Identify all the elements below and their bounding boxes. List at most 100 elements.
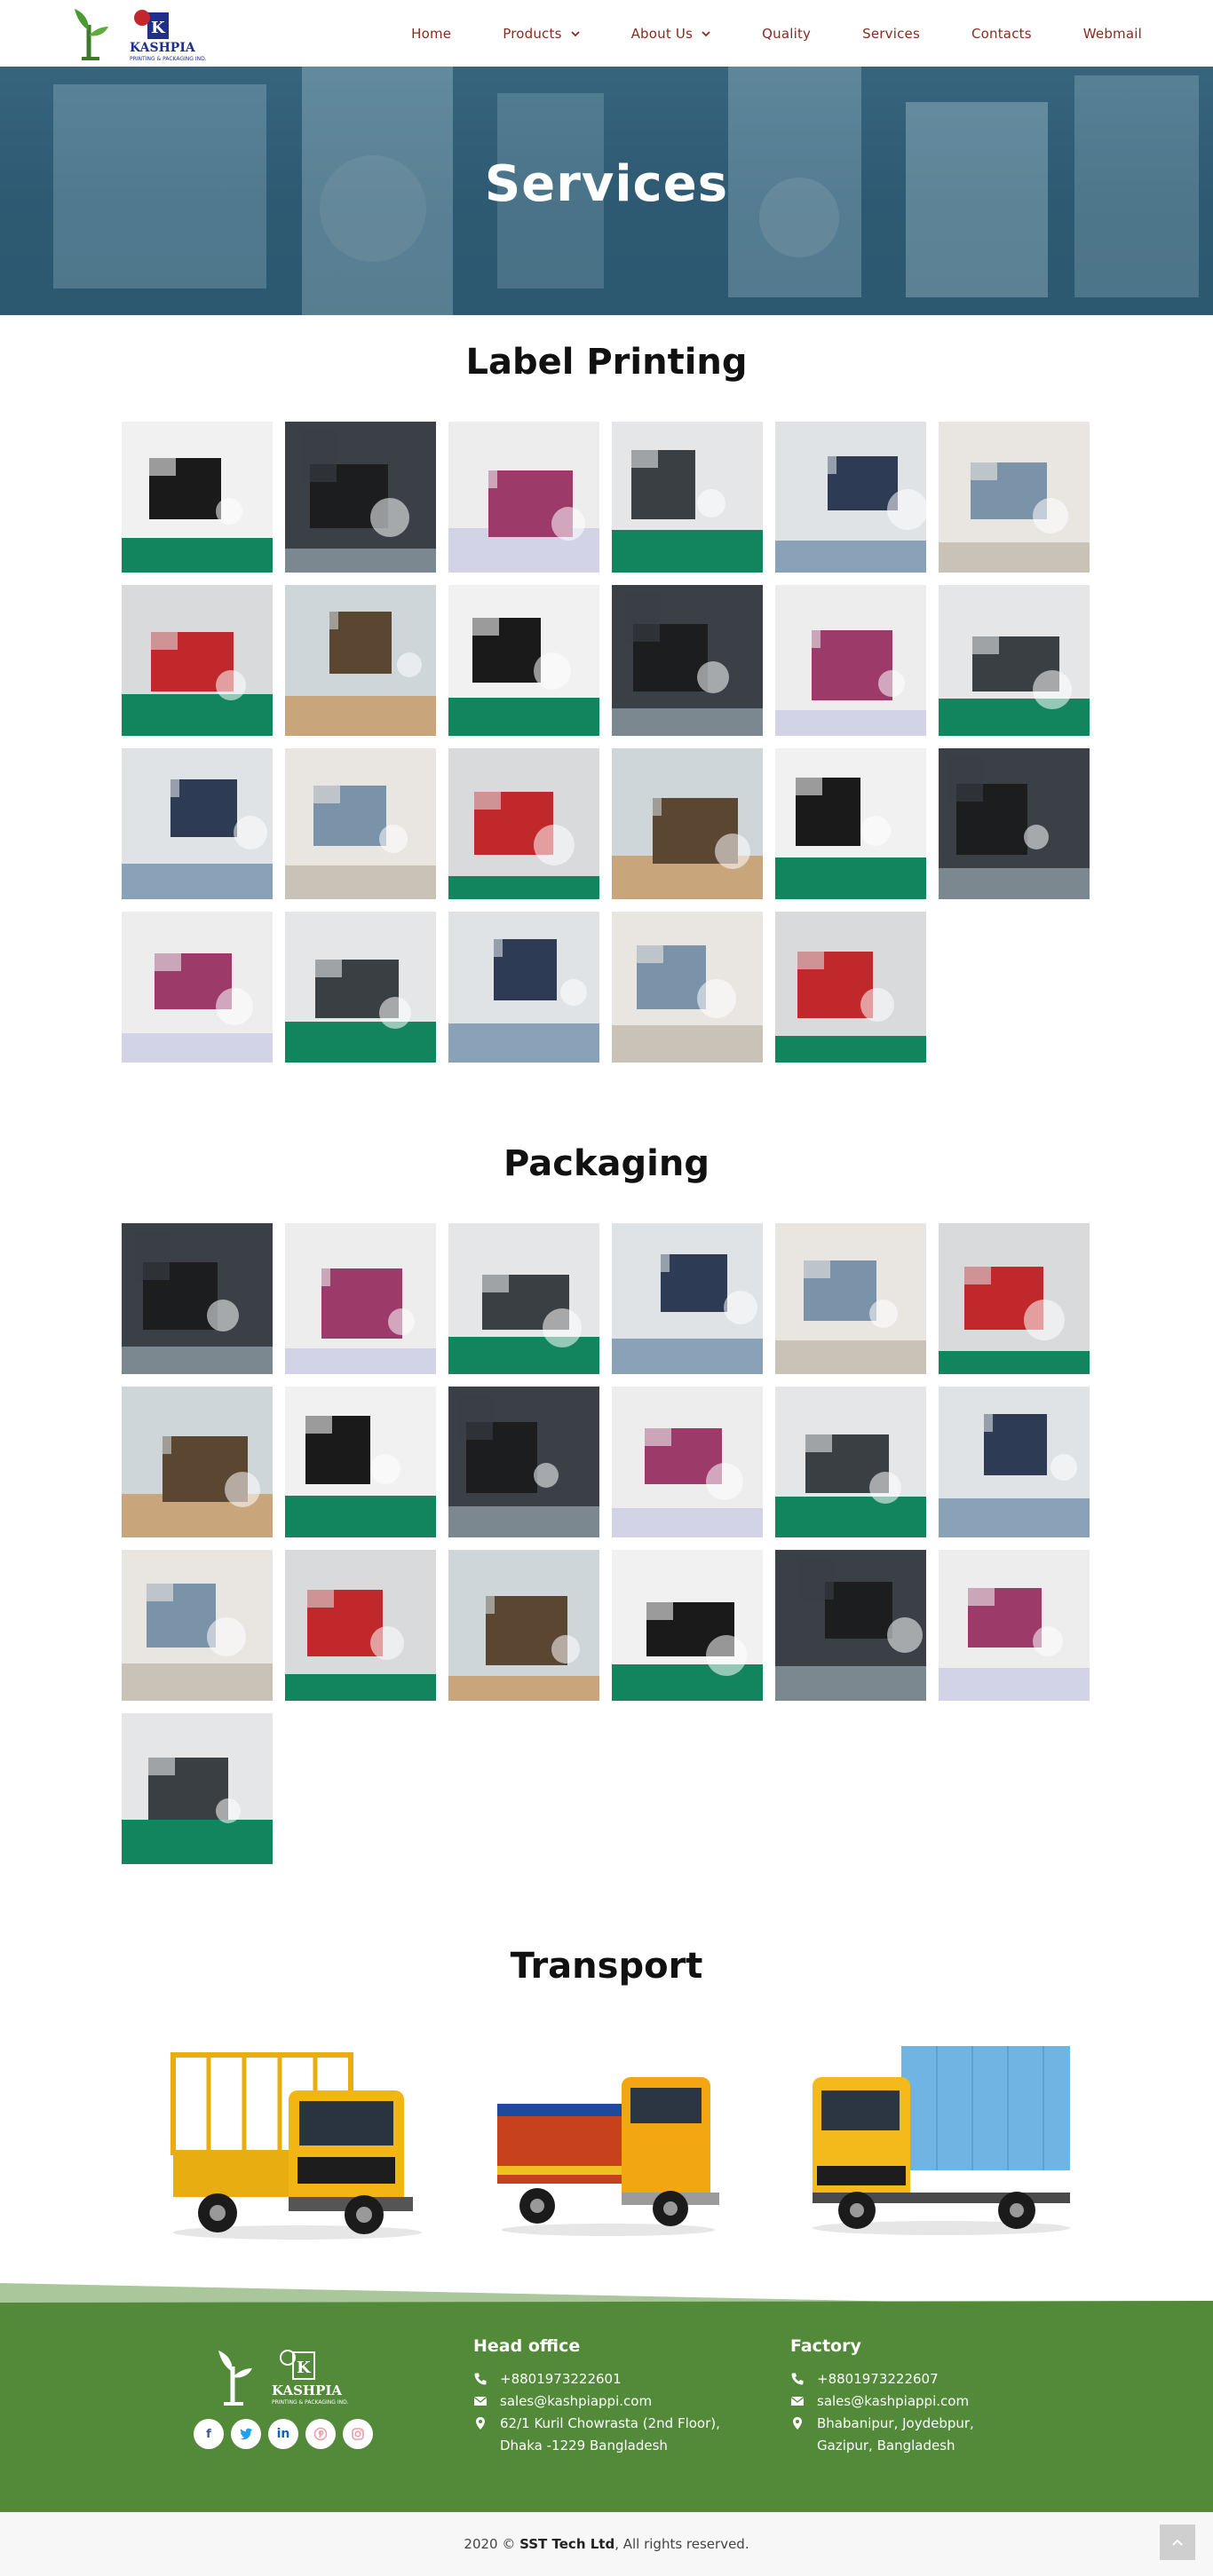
section-title-transport: Transport [510,1946,703,1987]
gallery-photo[interactable] [775,422,926,573]
head-office-address-row: 62/1 Kuril Chowrasta (2nd Floor), [473,2413,720,2435]
gallery-photo[interactable] [122,912,273,1063]
envelope-icon [790,2396,805,2406]
nav-home[interactable]: Home [411,26,451,42]
gallery-photo[interactable] [612,912,763,1063]
factory-column: Factory +8801973222607 sales@kashpiappi.… [790,2336,974,2457]
footer-logo[interactable]: K KASHPIA PRINTING & PACKAGING IND. [213,2342,355,2411]
head-office-phone[interactable]: +8801973222601 [500,2368,622,2390]
head-office-address-row-2: Dhaka -1229 Bangladesh [473,2435,720,2457]
svg-text:K: K [297,2359,312,2377]
copyright-bar: 2020 © SST Tech Ltd, All rights reserved… [0,2512,1213,2576]
gallery-photo[interactable] [122,422,273,573]
instagram-icon[interactable] [343,2419,373,2449]
copyright-company[interactable]: SST Tech Ltd [519,2536,614,2552]
head-office-email[interactable]: sales@kashpiappi.com [500,2390,652,2413]
pinterest-icon[interactable] [305,2419,336,2449]
factory-email-row: sales@kashpiappi.com [790,2390,974,2413]
head-office-title: Head office [473,2336,581,2356]
gallery-photo[interactable] [612,585,763,736]
facebook-icon[interactable]: f [194,2419,224,2449]
gallery-photo[interactable] [448,1387,599,1537]
nav-contacts[interactable]: Contacts [971,26,1032,42]
chevron-up-icon [1172,2539,1183,2546]
gallery-photo[interactable] [448,422,599,573]
section-title-label-printing: Label Printing [465,342,748,383]
truck-image-2 [488,2059,728,2240]
gallery-photo[interactable] [122,1713,273,1864]
factory-address-line1: Bhabanipur, Joydebpur, [817,2415,974,2431]
gallery-photo[interactable] [285,422,436,573]
gallery-photo[interactable] [775,585,926,736]
packaging-gallery [122,1223,1091,1864]
gallery-photo[interactable] [612,1550,763,1701]
gallery-photo[interactable] [448,1550,599,1701]
gallery-photo[interactable] [448,585,599,736]
section-title-packaging: Packaging [503,1143,710,1184]
gallery-photo[interactable] [939,585,1090,736]
gallery-photo[interactable] [448,1223,599,1374]
footer-logo-wordmark: KASHPIA [272,2382,342,2398]
logo-wordmark: KASHPIA [130,41,196,55]
gallery-photo[interactable] [939,1550,1090,1701]
main-nav: Home Products About Us Quality Services … [360,0,1142,67]
gallery-photo[interactable] [612,422,763,573]
gallery-photo[interactable] [122,1223,273,1374]
copyright-text: 2020 © SST Tech Ltd, All rights reserved… [464,2536,749,2552]
gallery-photo[interactable] [448,748,599,899]
factory-phone[interactable]: +8801973222607 [817,2368,939,2390]
nav-webmail[interactable]: Webmail [1083,26,1142,42]
gallery-photo[interactable] [122,585,273,736]
logo-subtitle: PRINTING & PACKAGING IND. [130,56,207,62]
hero-banner: Services [0,67,1213,315]
truck-image-3 [804,2042,1079,2240]
gallery-photo[interactable] [775,912,926,1063]
label-printing-gallery [122,422,1091,1063]
gallery-photo[interactable] [448,912,599,1063]
twitter-icon[interactable] [231,2419,261,2449]
map-pin-icon [476,2417,485,2430]
gallery-photo[interactable] [122,748,273,899]
gallery-photo[interactable] [939,748,1090,899]
factory-email[interactable]: sales@kashpiappi.com [817,2390,969,2413]
truck-image-1 [164,2046,431,2245]
gallery-photo[interactable] [285,1387,436,1537]
social-links: f in [194,2419,380,2449]
chevron-down-icon [570,30,580,36]
gallery-photo[interactable] [939,422,1090,573]
linkedin-icon[interactable]: in [268,2419,298,2449]
gallery-photo[interactable] [775,748,926,899]
gallery-photo[interactable] [775,1387,926,1537]
gallery-photo[interactable] [122,1387,273,1537]
factory-address-row: Bhabanipur, Joydebpur, [790,2413,974,2435]
gallery-photo[interactable] [285,1223,436,1374]
site-logo[interactable]: K KASHPIA PRINTING & PACKAGING IND. [73,5,208,64]
head-office-column: Head office +8801973222601 sales@kashpia… [473,2336,720,2457]
site-header: K KASHPIA PRINTING & PACKAGING IND. Home… [0,0,1213,67]
head-office-phone-row: +8801973222601 [473,2368,720,2390]
nav-quality[interactable]: Quality [762,26,811,42]
page-title: Services [484,155,729,213]
factory-address-row-2: Gazipur, Bangladesh [790,2435,974,2457]
svg-text:K: K [151,19,166,37]
gallery-photo[interactable] [612,748,763,899]
gallery-photo[interactable] [285,748,436,899]
gallery-photo[interactable] [122,1550,273,1701]
map-pin-icon [793,2417,802,2430]
gallery-photo[interactable] [612,1223,763,1374]
gallery-photo[interactable] [775,1223,926,1374]
gallery-photo[interactable] [775,1550,926,1701]
gallery-photo[interactable] [939,1223,1090,1374]
factory-address-line2: Gazipur, Bangladesh [817,2438,955,2454]
nav-about[interactable]: About Us [631,26,711,42]
gallery-photo[interactable] [285,1550,436,1701]
gallery-photo[interactable] [612,1387,763,1537]
scroll-to-top-button[interactable] [1160,2525,1195,2560]
nav-services[interactable]: Services [862,26,920,42]
gallery-photo[interactable] [939,1387,1090,1537]
nav-products[interactable]: Products [503,26,580,42]
gallery-photo[interactable] [285,585,436,736]
envelope-icon [473,2396,488,2406]
factory-title: Factory [790,2336,861,2356]
gallery-photo[interactable] [285,912,436,1063]
